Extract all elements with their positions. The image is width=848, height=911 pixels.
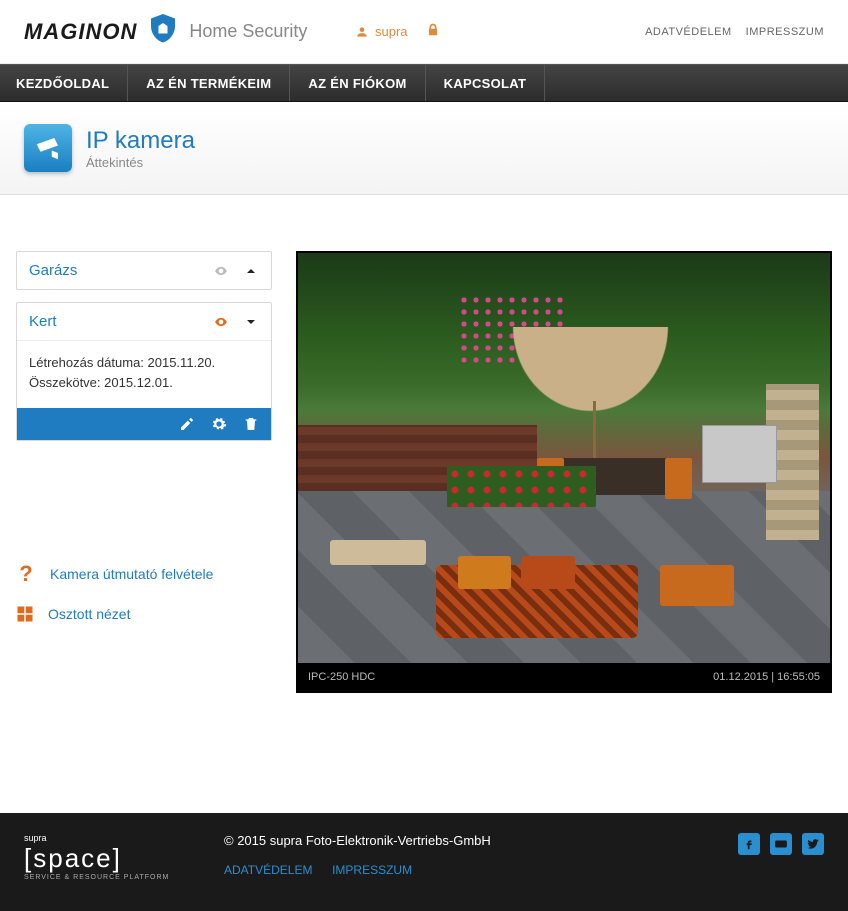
eye-icon[interactable]	[211, 264, 231, 278]
camera-actions	[17, 408, 271, 440]
question-icon: ?	[16, 561, 36, 587]
footer: supra [space] SERVICE & RESOURCE PLATFOR…	[0, 813, 848, 911]
camera-connected: Összekötve: 2015.12.01.	[29, 373, 259, 393]
user-link[interactable]: supra	[355, 24, 408, 39]
page-header: IP kamera Áttekintés	[0, 102, 848, 195]
twitter-icon	[806, 837, 820, 851]
camera-feed[interactable]	[298, 253, 830, 663]
grid-icon	[16, 605, 34, 623]
chevron-down-icon[interactable]	[243, 314, 259, 330]
edit-icon[interactable]	[179, 416, 195, 432]
topbar: MAGINON Home Security supra ADATVÉDELEM …	[0, 0, 848, 64]
camera-card: Kert Létrehozás dátuma: 2015.11.20. Össz…	[16, 302, 272, 441]
nav-account[interactable]: AZ ÉN FIÓKOM	[290, 65, 425, 101]
footer-link-privacy[interactable]: ADATVÉDELEM	[224, 863, 312, 877]
youtube-icon	[774, 837, 788, 851]
eye-icon[interactable]	[211, 315, 231, 329]
page-title: IP kamera	[86, 127, 195, 155]
footer-brand-tag: SERVICE & RESOURCE PLATFORM	[24, 874, 224, 881]
wizard-label: Kamera útmutató felvétele	[50, 566, 213, 582]
camera-created: Létrehozás dátuma: 2015.11.20.	[29, 353, 259, 373]
facebook-icon	[742, 837, 756, 851]
split-label: Osztott nézet	[48, 606, 130, 622]
brand-name: MAGINON	[24, 19, 137, 45]
top-link-privacy[interactable]: ADATVÉDELEM	[645, 26, 732, 38]
content: Garázs Kert Létrehozás dátuma: 2015.11.2…	[0, 195, 848, 733]
footer-social	[738, 833, 824, 855]
main-nav: KEZDŐOLDAL AZ ÉN TERMÉKEIM AZ ÉN FIÓKOM …	[0, 64, 848, 102]
page-subtitle: Áttekintés	[86, 155, 195, 170]
camera-viewer: IPC-250 HDC 01.12.2015 | 16:55:05	[296, 251, 832, 693]
chevron-up-icon[interactable]	[243, 263, 259, 279]
side-links: ? Kamera útmutató felvétele Osztott néze…	[16, 561, 272, 623]
camera-header[interactable]: Garázs	[17, 252, 271, 289]
camera-details: Létrehozás dátuma: 2015.11.20. Összekötv…	[17, 341, 271, 408]
top-link-imprint[interactable]: IMPRESSZUM	[746, 26, 824, 38]
camera-model: IPC-250 HDC	[308, 671, 375, 683]
user-name: supra	[375, 24, 408, 39]
nav-home[interactable]: KEZDŐOLDAL	[0, 65, 128, 101]
camera-name: Kert	[29, 313, 57, 330]
gear-icon[interactable]	[211, 416, 227, 432]
viewer-frame: IPC-250 HDC 01.12.2015 | 16:55:05	[296, 251, 832, 693]
camera-icon	[24, 124, 72, 172]
nav-contact[interactable]: KAPCSOLAT	[426, 65, 546, 101]
facebook-link[interactable]	[738, 833, 760, 855]
twitter-link[interactable]	[802, 833, 824, 855]
camera-timestamp: 01.12.2015 | 16:55:05	[713, 671, 820, 683]
wizard-link[interactable]: ? Kamera útmutató felvétele	[16, 561, 272, 587]
footer-brand-small: supra	[24, 833, 224, 843]
split-view-link[interactable]: Osztott nézet	[16, 605, 272, 623]
top-links: ADATVÉDELEM IMPRESSZUM	[645, 26, 824, 38]
camera-card: Garázs	[16, 251, 272, 290]
user-area: supra	[355, 23, 440, 40]
viewer-status-bar: IPC-250 HDC 01.12.2015 | 16:55:05	[298, 663, 830, 691]
youtube-link[interactable]	[770, 833, 792, 855]
copyright: © 2015 supra Foto-Elektronik-Vertriebs-G…	[224, 833, 738, 848]
footer-link-imprint[interactable]: IMPRESSZUM	[332, 863, 412, 877]
footer-logo[interactable]: supra [space] SERVICE & RESOURCE PLATFOR…	[24, 833, 224, 881]
user-icon	[355, 25, 369, 39]
nav-products[interactable]: AZ ÉN TERMÉKEIM	[128, 65, 290, 101]
brand-logo[interactable]: MAGINON Home Security	[24, 11, 307, 52]
camera-list: Garázs Kert Létrehozás dátuma: 2015.11.2…	[16, 251, 272, 623]
brand-suffix: Home Security	[189, 21, 307, 42]
camera-name: Garázs	[29, 262, 77, 279]
lock-icon	[426, 23, 440, 37]
camera-header[interactable]: Kert	[17, 303, 271, 341]
footer-content: © 2015 supra Foto-Elektronik-Vertriebs-G…	[224, 833, 738, 877]
lock-link[interactable]	[426, 23, 440, 40]
shield-icon	[145, 11, 181, 52]
trash-icon[interactable]	[243, 416, 259, 432]
